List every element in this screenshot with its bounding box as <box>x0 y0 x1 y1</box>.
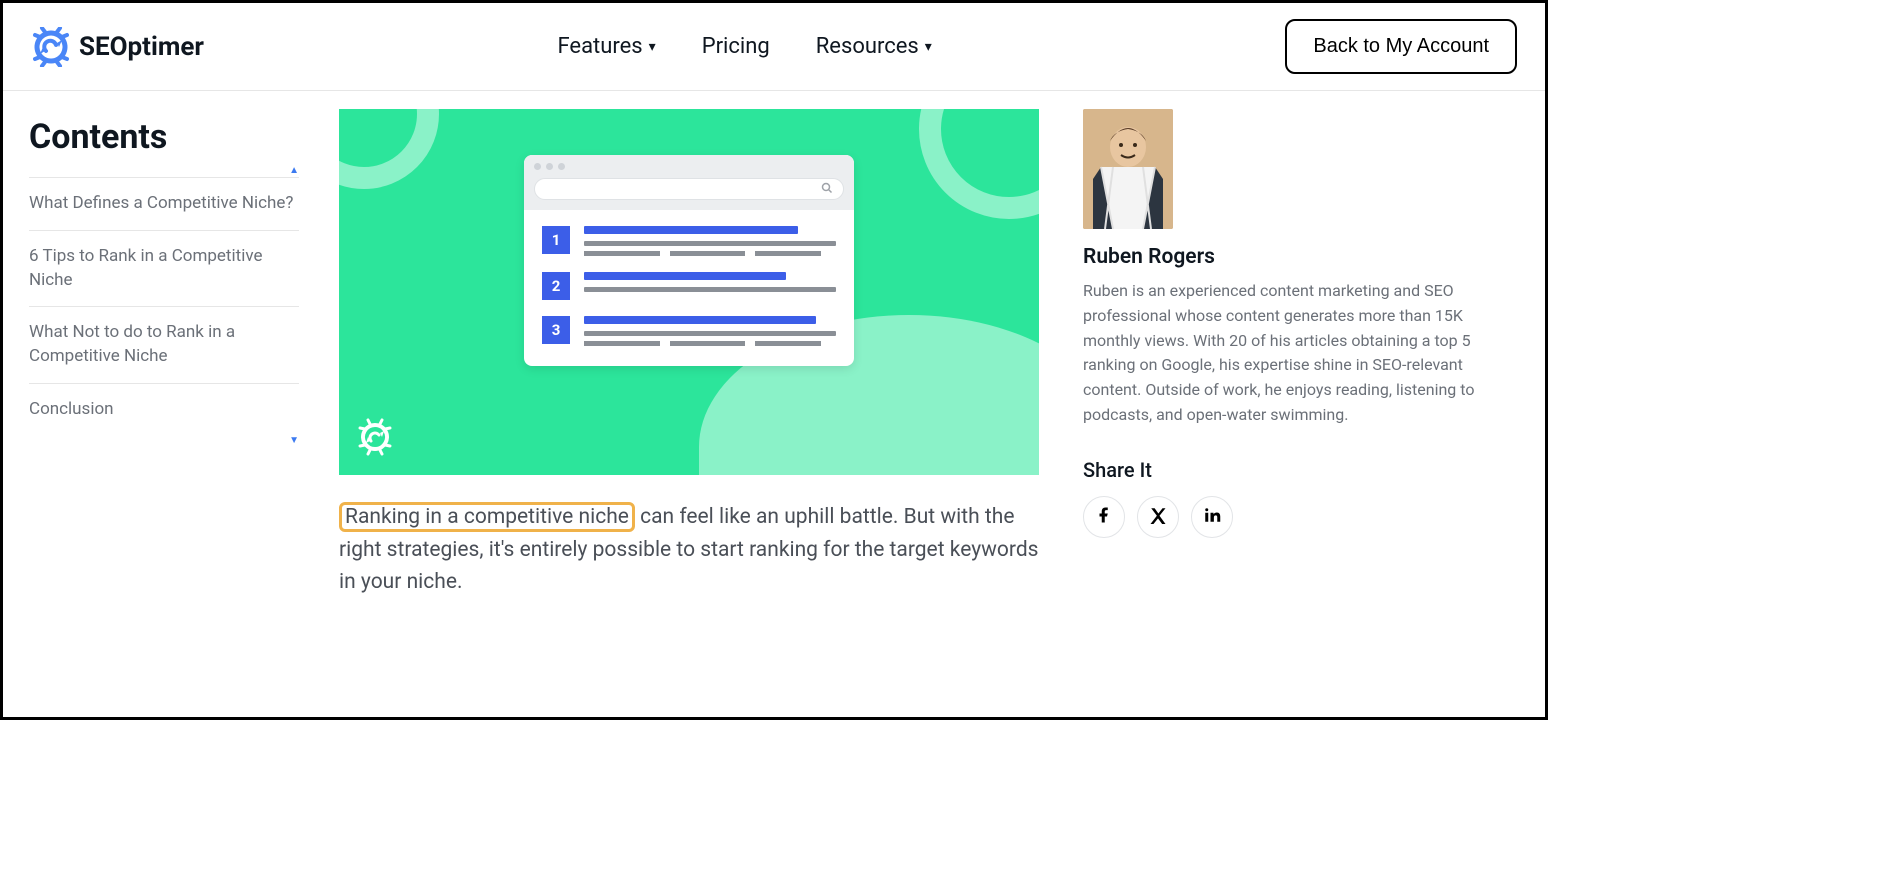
share-linkedin-button[interactable] <box>1191 496 1233 538</box>
contents-sidebar: Contents ▲ What Defines a Competitive Ni… <box>29 109 299 599</box>
author-sidebar: Ruben Rogers Ruben is an experienced con… <box>1079 109 1519 599</box>
toc-item[interactable]: Conclusion <box>29 383 299 436</box>
toc-item[interactable]: What Defines a Competitive Niche? <box>29 177 299 230</box>
article-main: 1 2 3 <box>339 109 1039 599</box>
share-title: Share It <box>1083 458 1519 482</box>
gear-icon <box>355 417 395 461</box>
toc-item[interactable]: 6 Tips to Rank in a Competitive Niche <box>29 230 299 307</box>
share-facebook-button[interactable] <box>1083 496 1125 538</box>
chevron-down-icon: ▾ <box>649 39 656 55</box>
logo[interactable]: SEOptimer <box>31 27 204 67</box>
site-header: SEOptimer Features ▾ Pricing Resources ▾… <box>3 3 1545 91</box>
share-buttons <box>1083 496 1519 538</box>
rank-badge: 3 <box>542 316 570 344</box>
hero-search-bar <box>534 178 844 200</box>
nav-resources-label: Resources <box>816 34 919 59</box>
scroll-up-icon[interactable]: ▲ <box>289 165 299 176</box>
contents-title: Contents <box>29 117 299 157</box>
nav-pricing-label: Pricing <box>702 34 770 59</box>
share-x-button[interactable] <box>1137 496 1179 538</box>
rank-badge: 1 <box>542 226 570 254</box>
linkedin-icon <box>1203 506 1221 528</box>
page-body: Contents ▲ What Defines a Competitive Ni… <box>3 91 1545 599</box>
highlighted-phrase: Ranking in a competitive niche <box>339 502 635 532</box>
nav-pricing[interactable]: Pricing <box>702 34 770 59</box>
logo-text: SEOptimer <box>79 32 204 62</box>
main-nav: Features ▾ Pricing Resources ▾ <box>557 34 931 59</box>
facebook-icon <box>1095 506 1113 528</box>
hero-browser-mock: 1 2 3 <box>524 155 854 366</box>
article-lead: Ranking in a competitive niche can feel … <box>339 501 1039 599</box>
logo-icon <box>31 27 71 67</box>
author-bio: Ruben is an experienced content marketin… <box>1083 279 1519 428</box>
rank-badge: 2 <box>542 272 570 300</box>
nav-features-label: Features <box>557 34 642 59</box>
x-icon <box>1149 506 1167 528</box>
back-to-account-button[interactable]: Back to My Account <box>1285 19 1517 74</box>
scroll-down-icon[interactable]: ▼ <box>289 435 299 446</box>
hero-image: 1 2 3 <box>339 109 1039 475</box>
nav-resources[interactable]: Resources ▾ <box>816 34 932 59</box>
nav-features[interactable]: Features ▾ <box>557 34 655 59</box>
chevron-down-icon: ▾ <box>925 39 932 55</box>
search-icon <box>821 182 833 197</box>
author-name: Ruben Rogers <box>1083 245 1519 269</box>
toc-item[interactable]: What Not to do to Rank in a Competitive … <box>29 306 299 383</box>
author-avatar <box>1083 109 1173 229</box>
